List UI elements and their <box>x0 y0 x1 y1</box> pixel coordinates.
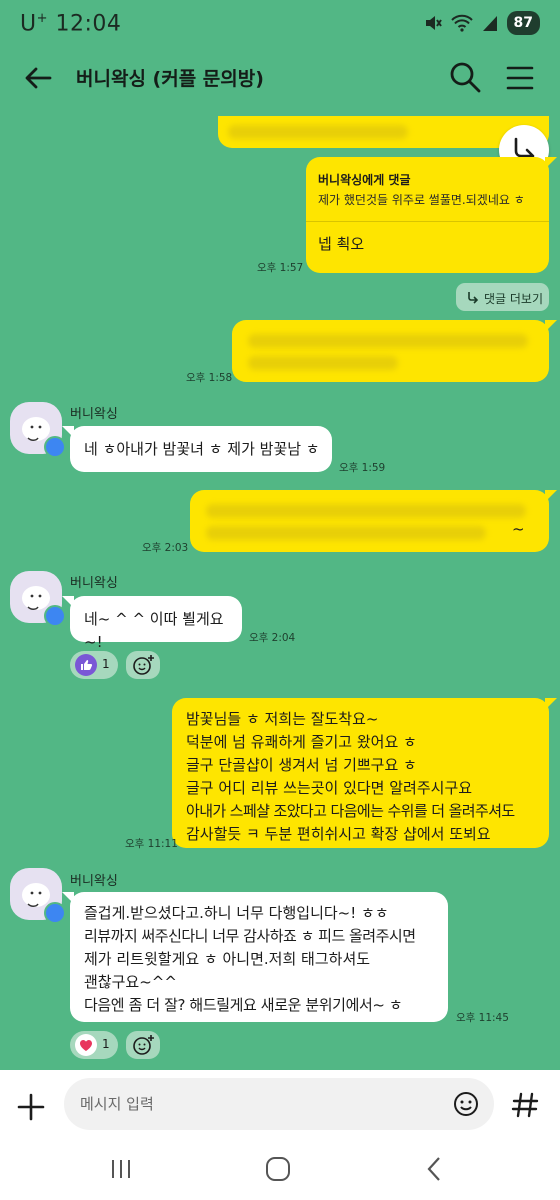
message-line: 다음엔 좀 더 잘? 해드릴게요 새로운 분위기에서~ ㅎ <box>84 996 403 1014</box>
message-text: 네~ ^ ^ 이따 뵐게요~! <box>84 610 224 651</box>
reply-target-label: 버니왁싱에게 댓글 <box>318 173 411 187</box>
recent-apps-icon[interactable] <box>106 1154 136 1184</box>
thumbs-up-icon <box>75 654 97 676</box>
sender-name: 버니왁싱 <box>70 576 118 591</box>
add-reaction-button[interactable] <box>126 1031 160 1059</box>
signal-icon <box>482 16 497 31</box>
reply-text: 넵 쵝오 <box>318 235 365 253</box>
heart-reaction[interactable]: 1 <box>70 1031 118 1059</box>
message-time: 오후 1:58 <box>186 372 233 384</box>
hash-icon[interactable] <box>510 1090 540 1120</box>
reply-arrow-icon <box>468 292 479 304</box>
plus-icon[interactable] <box>14 1090 48 1124</box>
wifi-icon <box>450 14 473 32</box>
avatar[interactable] <box>10 868 66 924</box>
their-message-bubble[interactable]: 네 ㅎ아내가 밤꽃녀 ㅎ 제가 밤꽃남 ㅎ <box>62 426 332 472</box>
heart-icon <box>75 1034 97 1056</box>
message-time: 오후 11:45 <box>456 1012 509 1024</box>
chat-title: 버니왁싱 (커플 문의방) <box>76 68 264 90</box>
message-time: 오후 1:59 <box>339 462 386 474</box>
emoji-icon[interactable] <box>452 1090 480 1118</box>
reaction-count: 1 <box>102 1037 110 1051</box>
verified-crown-icon <box>44 902 66 924</box>
blurred-text <box>206 504 526 518</box>
message-line: 아내가 스페샬 조았다고 다음에는 수위를 더 올려주셔도 <box>186 802 515 820</box>
message-line: 감사할듯 ㅋ 두분 편히쉬시고 확장 샵에서 또뵈요 <box>186 825 491 843</box>
message-text-block: 즐겁게.받으셨다고.하니 너무 다행입니다~! ㅎㅎ 리뷰까지 써주신다니 너무… <box>84 902 416 1017</box>
message-line: 글구 단골샵이 생겨서 넘 기쁘구요 ㅎ <box>186 756 417 774</box>
blurred-text <box>206 526 486 540</box>
sender-name: 버니왁싱 <box>70 874 118 889</box>
message-time: 오후 2:04 <box>249 632 296 644</box>
avatar[interactable] <box>10 402 66 458</box>
message-text-fragment: ~ <box>512 520 525 538</box>
search-icon[interactable] <box>448 60 482 94</box>
message-text-block: 밤꽃님들 ㅎ 저희는 잘도착요~ 덕분에 넘 유쾌하게 즐기고 왔어요 ㅎ 글구… <box>186 708 515 846</box>
reply-message-bubble[interactable]: 버니왁싱에게 댓글 제가 했던것들 위주로 썰풀면.되겠네요 ㅎ 넵 쵝오 <box>306 157 557 273</box>
their-message-bubble[interactable]: 네~ ^ ^ 이따 뵐게요~! <box>62 596 242 651</box>
battery-indicator: 87 <box>506 11 540 35</box>
message-line: 즐겁게.받으셨다고.하니 너무 다행입니다~! ㅎㅎ <box>84 904 389 922</box>
hamburger-menu-icon[interactable] <box>504 62 536 94</box>
arrow-left-icon[interactable] <box>22 62 54 94</box>
message-text: 네 ㅎ아내가 밤꽃녀 ㅎ 제가 밤꽃남 ㅎ <box>84 440 320 458</box>
message-line: 덕분에 넘 유쾌하게 즐기고 왔어요 ㅎ <box>186 733 417 751</box>
message-line: 밤꽃님들 ㅎ 저희는 잘도착요~ <box>186 710 379 728</box>
reply-divider <box>306 221 549 222</box>
more-replies-button[interactable]: 댓글 더보기 <box>456 283 549 311</box>
message-input[interactable] <box>64 1078 494 1130</box>
message-input-bar <box>0 1070 560 1138</box>
like-reaction[interactable]: 1 <box>70 651 118 679</box>
message-line: 글구 어디 리뷰 쓰는곳이 있다면 알려주시구요 <box>186 779 473 797</box>
back-nav-icon[interactable] <box>420 1154 450 1184</box>
blurred-text <box>248 356 398 370</box>
blurred-text <box>248 334 528 348</box>
blurred-text <box>228 125 408 139</box>
message-time: 오후 1:57 <box>257 262 304 274</box>
their-message-bubble[interactable]: 즐겁게.받으셨다고.하니 너무 다행입니다~! ㅎㅎ 리뷰까지 써주신다니 너무… <box>62 892 448 1022</box>
status-time: 12:04 <box>55 11 122 37</box>
message-line: 제가 리트윗할게요 ㅎ 아니면.저희 태그하셔도 <box>84 950 371 968</box>
sender-name: 버니왁싱 <box>70 407 118 422</box>
mute-icon <box>425 16 442 30</box>
verified-crown-icon <box>44 605 66 627</box>
reply-quoted-text: 제가 했던것들 위주로 썰풀면.되겠네요 ㅎ <box>318 193 525 207</box>
add-reaction-button[interactable] <box>126 651 160 679</box>
avatar[interactable] <box>10 571 66 627</box>
message-time: 오후 2:03 <box>142 542 189 554</box>
add-reaction-icon <box>133 655 154 675</box>
add-reaction-icon <box>133 1035 154 1055</box>
app-bar: 버니왁싱 (커플 문의방) <box>0 50 560 106</box>
home-icon[interactable] <box>263 1154 293 1184</box>
my-message-bubble[interactable]: 밤꽃님들 ㅎ 저희는 잘도착요~ 덕분에 넘 유쾌하게 즐기고 왔어요 ㅎ 글구… <box>172 698 557 848</box>
status-icons: 87 <box>423 11 540 35</box>
message-time: 오후 11:11 <box>125 838 178 850</box>
my-message-bubble-blurred[interactable]: ~ <box>190 490 557 552</box>
status-bar: U+ 12:04 87 <box>0 0 560 50</box>
status-carrier: U+ 12:04 <box>20 11 122 37</box>
reaction-count: 1 <box>102 657 110 671</box>
message-line: 리뷰까지 써주신다니 너무 감사하죠 ㅎ 피드 올려주시면 <box>84 927 416 945</box>
verified-crown-icon <box>44 436 66 458</box>
message-line: 괜찮구요~^^ <box>84 973 177 991</box>
my-message-bubble-blurred[interactable] <box>232 320 557 382</box>
system-nav-bar <box>0 1138 560 1200</box>
